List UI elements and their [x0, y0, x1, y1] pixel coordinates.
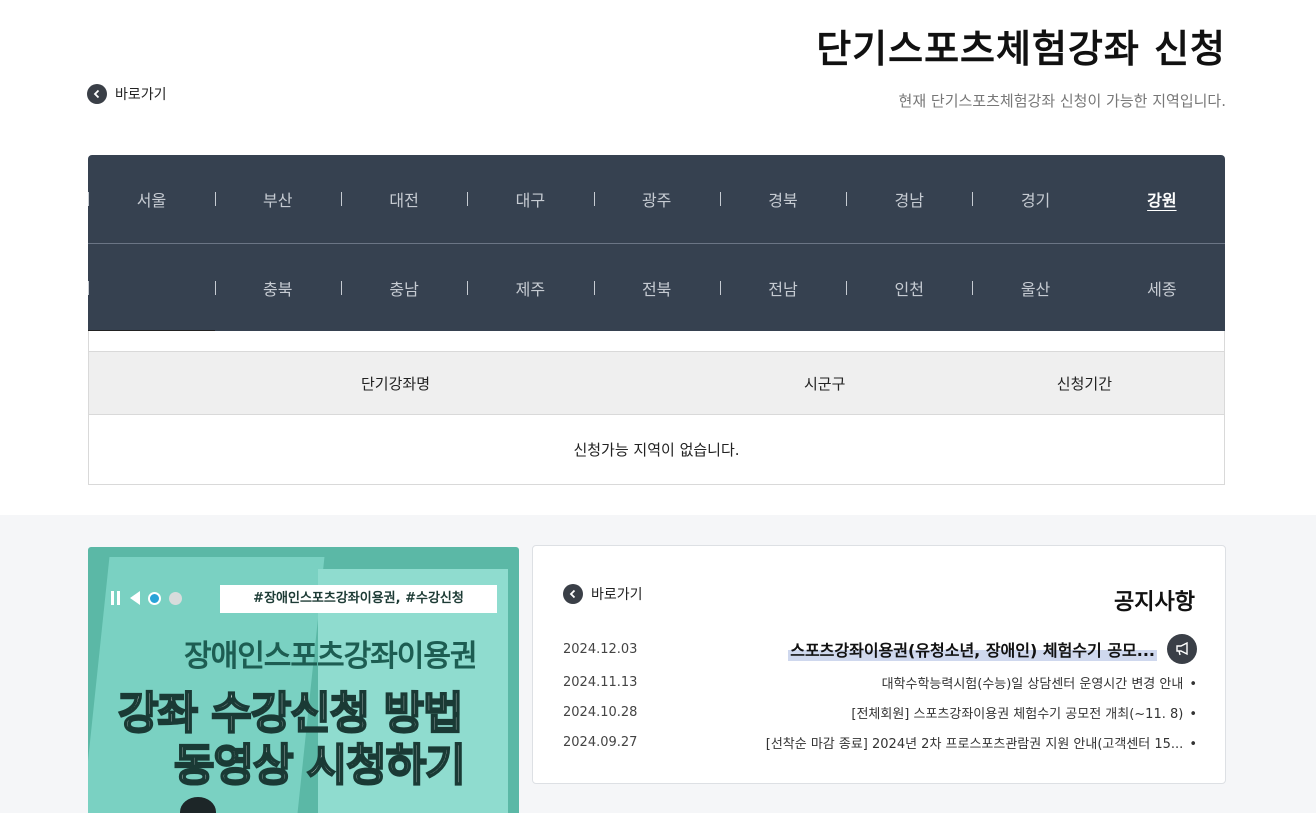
notice-title: 스포츠강좌이용권(유청소년, 장애인) 체험수기 공모... — [643, 634, 1197, 664]
region-row-2: 세종 울산 인천 전남 전북 제주 충남 충북 — [88, 243, 1225, 331]
slide-dot-active[interactable] — [148, 591, 161, 605]
notice-title: [선착순 마감 종료] 2024년 2차 프로스포츠관람권 지원 안내(고객센터… — [643, 733, 1197, 752]
region-tab-gyeonggi[interactable]: 경기 — [972, 187, 1098, 211]
region-tab-ulsan[interactable]: 울산 — [972, 276, 1098, 300]
shortcut-label: 바로가기 — [591, 587, 643, 603]
promo-banner[interactable]: #장애인스포츠강좌이용권, #수강신청 장애인스포츠강좌이용권 강좌 수강신청 … — [88, 547, 519, 813]
notice-shortcut-link[interactable]: 바로가기 — [563, 584, 643, 604]
arrow-left-icon — [563, 584, 583, 604]
megaphone-icon — [1167, 634, 1197, 664]
notice-item[interactable]: 2024.10.28 [전체회원] 스포츠강좌이용권 체험수기 공모전 개최(~… — [563, 697, 1197, 727]
table-header: 신청기간 시군구 단기강좌명 — [88, 351, 1225, 415]
region-tab-jeonnam[interactable]: 전남 — [720, 276, 846, 300]
notice-title-text: [전체회원] 스포츠강좌이용권 체험수기 공모전 개최(~11. 8) — [851, 706, 1184, 722]
region-tab-gyeongnam[interactable]: 경남 — [846, 187, 972, 211]
region-tabs: 강원 경기 경남 경북 광주 대구 대전 부산 서울 세종 울산 인천 전남 전… — [88, 155, 1225, 331]
notice-date: 2024.11.13 — [563, 674, 638, 690]
region-tab-daegu[interactable]: 대구 — [467, 187, 593, 211]
region-tab-gyeongbuk[interactable]: 경북 — [720, 187, 846, 211]
notice-title: [전체회원] 스포츠강좌이용권 체험수기 공모전 개최(~11. 8) • — [643, 703, 1197, 722]
banner-tag: #장애인스포츠강좌이용권, #수강신청 — [220, 585, 497, 613]
notice-list: 2024.12.03 스포츠강좌이용권(유청소년, 장애인) 체험수기 공모..… — [563, 631, 1197, 757]
notice-title-text: 스포츠강좌이용권(유청소년, 장애인) 체험수기 공모... — [788, 637, 1157, 661]
region-tab-gangwon[interactable]: 강원 — [1099, 187, 1225, 211]
region-tab-chungbuk[interactable]: 충북 — [215, 276, 341, 300]
notice-date: 2024.12.03 — [563, 641, 638, 657]
notice-date: 2024.09.27 — [563, 734, 638, 750]
region-tab-daejeon[interactable]: 대전 — [341, 187, 467, 211]
page-subtitle: 현재 단기스포츠체험강좌 신청이 가능한 지역입니다. — [898, 92, 1226, 110]
page-title: 단기스포츠체험강좌 신청 — [816, 27, 1226, 71]
region-tab-jeju[interactable]: 제주 — [467, 276, 593, 300]
pause-icon[interactable] — [108, 591, 122, 605]
slide-dot[interactable] — [169, 591, 182, 605]
notice-heading: 공지사항 — [1114, 590, 1195, 615]
notice-board: 바로가기 공지사항 2024.12.03 스포츠강좌이용권(유청소년, 장애인)… — [532, 545, 1226, 784]
table-empty-message: 신청가능 지역이 없습니다. — [573, 441, 740, 459]
shortcut-link[interactable]: 바로가기 — [87, 84, 167, 104]
prev-icon[interactable] — [130, 591, 140, 605]
region-row-1: 강원 경기 경남 경북 광주 대구 대전 부산 서울 — [88, 155, 1225, 243]
header-district: 시군구 — [804, 375, 846, 393]
notice-date: 2024.10.28 — [563, 704, 638, 720]
header-course-name: 단기강좌명 — [361, 375, 431, 393]
arrow-left-icon — [87, 84, 107, 104]
notice-item-featured[interactable]: 2024.12.03 스포츠강좌이용권(유청소년, 장애인) 체험수기 공모..… — [563, 631, 1197, 667]
region-tab-incheon[interactable]: 인천 — [846, 276, 972, 300]
shortcut-label: 바로가기 — [115, 87, 167, 103]
region-tab-chungnam[interactable]: 충남 — [341, 276, 467, 300]
region-tab-jeonbuk[interactable]: 전북 — [594, 276, 720, 300]
banner-heading: 장애인스포츠강좌이용권 — [184, 639, 478, 674]
region-tab-gwangju[interactable]: 광주 — [594, 187, 720, 211]
notice-title: 대학수학능력시험(수능)일 상담센터 운영시간 변경 안내 • — [643, 673, 1197, 692]
bullet-icon: • — [1189, 736, 1197, 752]
notice-item[interactable]: 2024.09.27 [선착순 마감 종료] 2024년 2차 프로스포츠관람권… — [563, 727, 1197, 757]
header-period: 신청기간 — [1056, 375, 1112, 393]
banner-controls — [108, 591, 182, 605]
notice-title-text: [선착순 마감 종료] 2024년 2차 프로스포츠관람권 지원 안내(고객센터… — [765, 736, 1184, 752]
region-tab-busan[interactable]: 부산 — [215, 187, 341, 211]
notice-item[interactable]: 2024.11.13 대학수학능력시험(수능)일 상담센터 운영시간 변경 안내… — [563, 667, 1197, 697]
region-tab-seoul[interactable]: 서울 — [88, 187, 214, 211]
banner-title-2: 동영상 시청하기 — [173, 739, 467, 792]
notice-title-text: 대학수학능력시험(수능)일 상담센터 운영시간 변경 안내 — [881, 676, 1184, 692]
bullet-icon: • — [1189, 676, 1197, 692]
bullet-icon: • — [1189, 706, 1197, 722]
region-tab-sejong[interactable]: 세종 — [1099, 276, 1225, 300]
